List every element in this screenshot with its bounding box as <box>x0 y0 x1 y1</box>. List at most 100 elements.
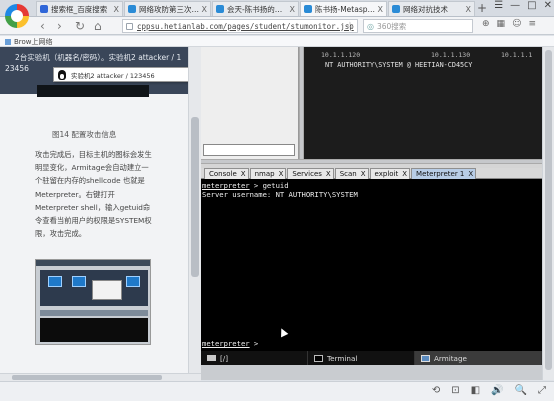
mouse-cursor-icon <box>277 326 289 338</box>
folder-icon <box>207 355 216 361</box>
tab-close-icon[interactable]: X <box>202 5 207 14</box>
taskbar-terminal[interactable]: Terminal <box>308 351 415 365</box>
minimize-icon[interactable]: — <box>510 0 520 11</box>
page-icon <box>126 22 133 30</box>
tab-close-icon[interactable]: X <box>326 170 331 178</box>
search-placeholder[interactable]: 360搜索 <box>377 21 406 32</box>
tab-close-icon[interactable]: X <box>402 170 407 178</box>
compromised-host-label: NT AUTHORITY\SYSTEM @ HEETIAN-CD45CY <box>325 61 473 69</box>
menu-icon[interactable]: ☰ <box>494 0 503 11</box>
meterpreter-console[interactable]: meterpreter > getuid Server username: NT… <box>201 179 542 351</box>
more-icon[interactable]: ≡ <box>528 19 536 29</box>
user-icon[interactable]: ☺ <box>512 19 521 29</box>
scroll-thumb[interactable] <box>12 375 162 380</box>
lab-document-panel: 2台实验机（机器名/密码）。实验机2 attacker / 1 23456 实验… <box>0 47 188 380</box>
page-vertical-scrollbar[interactable] <box>542 47 554 380</box>
zoom-icon[interactable]: 🔍 <box>515 385 527 396</box>
tab-label: 搜索框_百度搜索 <box>51 4 108 14</box>
armitage-tab-bar: Console X nmap X Services X Scan X explo… <box>201 168 542 179</box>
armitage-window: 10.1.1.120 10.1.1.130 10.1.1.1 NT AUTHOR… <box>201 47 542 380</box>
home-button[interactable]: ⌂ <box>94 18 102 34</box>
command-text: > getuid <box>249 181 289 190</box>
scroll-thumb[interactable] <box>545 50 552 370</box>
apps-icon[interactable]: ▦ <box>497 19 506 29</box>
host-ip-label: 10.1.1.120 <box>321 51 361 59</box>
maximize-icon[interactable]: □ <box>527 0 536 11</box>
tab-label: 网络攻防第三次实验 <box>139 4 200 14</box>
taskbar-label: Terminal <box>327 353 358 363</box>
module-search-input[interactable] <box>203 144 295 156</box>
tab-favicon <box>304 5 312 13</box>
bookmark-label: Brow上网络 <box>14 38 53 46</box>
reload-button[interactable]: ↻ <box>75 18 85 34</box>
new-tab-button[interactable]: + <box>477 1 487 15</box>
tab-network-attack[interactable]: 网络对抗技术 X <box>388 1 475 16</box>
search-box[interactable]: ◎ 360搜索 <box>363 19 473 33</box>
linux-penguin-icon <box>58 69 66 80</box>
bookmark-bar: Brow上网络 <box>0 36 554 47</box>
tab-huitian-experiment[interactable]: 会天-陈书扬的实验 X <box>212 1 299 16</box>
tab-exploit[interactable]: exploit X <box>369 168 411 179</box>
tab-experiment-3[interactable]: 网络攻防第三次实验 X <box>124 1 211 16</box>
tab-label: exploit <box>374 170 399 178</box>
tab-meterpreter[interactable]: Meterpreter 1 X <box>411 168 477 179</box>
search-engine-icon: ◎ <box>367 21 374 31</box>
tab-close-icon[interactable]: X <box>241 170 246 178</box>
tab-console[interactable]: Console X <box>204 168 249 179</box>
tab-label: 陈书扬-Metasploit <box>315 4 376 14</box>
navigation-bar: ‹ › ↻ ⌂ cppsu.hetianlab.com/pages/studen… <box>0 17 554 35</box>
prompt-word: meterpreter <box>202 181 250 190</box>
prompt-symbol: > <box>249 339 263 348</box>
layout-icon[interactable]: ◧ <box>471 385 480 396</box>
tab-label: Services <box>292 170 322 178</box>
tab-favicon <box>128 5 136 13</box>
document-screenshot <box>37 85 149 97</box>
module-browser-pane <box>201 47 299 159</box>
lab-machine-info-cont: 23456 <box>5 64 29 73</box>
tab-baidu-search[interactable]: 搜索框_百度搜索 X <box>36 1 123 16</box>
tab-close-icon[interactable]: X <box>114 5 119 14</box>
tab-close-icon[interactable]: X <box>468 170 473 178</box>
tab-close-icon[interactable]: X <box>279 170 284 178</box>
address-bar[interactable]: cppsu.hetianlab.com/pages/student/stumon… <box>122 19 358 33</box>
back-button[interactable]: ‹ <box>40 18 45 34</box>
machine-credentials-tooltip[interactable]: 实验机2 attacker / 123456 ▾ <box>53 67 188 82</box>
refresh-status-icon[interactable]: ⟲ <box>432 385 440 396</box>
figure-caption: 图14 配置攻击信息 <box>52 130 117 139</box>
taskbar-folder[interactable]: [/] <box>201 351 308 365</box>
target-graph-view[interactable]: 10.1.1.120 10.1.1.130 10.1.1.1 NT AUTHOR… <box>304 47 542 159</box>
tab-label: Scan <box>339 170 357 178</box>
forward-button[interactable]: › <box>57 18 62 34</box>
scroll-thumb[interactable] <box>191 117 199 277</box>
tab-label: 会天-陈书扬的实验 <box>227 4 288 14</box>
tab-metasploit[interactable]: 陈书扬-Metasploit X <box>300 1 387 16</box>
console-output-line: Server username: NT AUTHORITY\SYSTEM <box>202 190 358 199</box>
browser-status-bar: ⟲ ⊡ ◧ 🔊 🔍 ⤢ <box>0 381 554 401</box>
url-text[interactable]: cppsu.hetianlab.com/pages/student/stumon… <box>137 22 354 31</box>
document-horizontal-scrollbar[interactable] <box>0 373 201 381</box>
extension-icon[interactable]: ⊕ <box>482 19 490 29</box>
bookmark-star-icon[interactable]: ☆ <box>346 21 354 31</box>
tab-label: Console <box>209 170 237 178</box>
bookmark-item[interactable]: Brow上网络 <box>5 37 53 47</box>
tab-services[interactable]: Services X <box>287 168 334 179</box>
close-window-icon[interactable]: ✕ <box>544 0 552 11</box>
tab-close-icon[interactable]: X <box>378 5 383 14</box>
capture-icon[interactable]: ⊡ <box>451 385 459 396</box>
fullscreen-icon[interactable]: ⤢ <box>538 385 546 396</box>
tab-close-icon[interactable]: X <box>290 5 295 14</box>
document-vertical-scrollbar[interactable] <box>188 47 201 380</box>
bookmark-icon <box>5 39 11 45</box>
tab-nmap[interactable]: nmap X <box>249 168 287 179</box>
tab-close-icon[interactable]: X <box>466 5 471 14</box>
volume-icon[interactable]: 🔊 <box>491 385 503 396</box>
tab-close-icon[interactable]: X <box>361 170 366 178</box>
prompt-word: meterpreter <box>202 339 250 348</box>
desktop-taskbar: [/] Terminal Armitage <box>201 351 542 365</box>
terminal-icon <box>314 354 323 362</box>
taskbar-armitage[interactable]: Armitage <box>415 351 542 365</box>
tab-scan[interactable]: Scan X <box>334 168 369 179</box>
toolbar-icons: ⊕ ▦ ☺ ≡ <box>482 19 536 29</box>
host-ip-label: 10.1.1.1 <box>501 51 533 59</box>
console-input-line[interactable]: meterpreter > <box>202 339 263 348</box>
